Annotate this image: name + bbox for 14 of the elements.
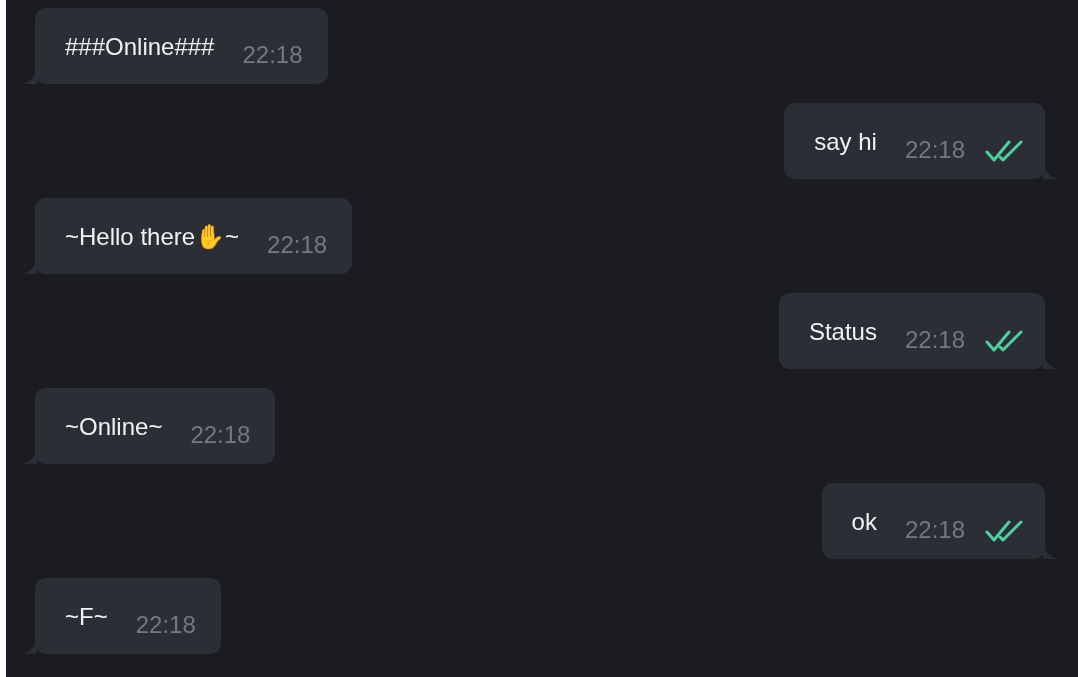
message-time: 22:18 (904, 516, 965, 544)
message-time: 22:18 (135, 611, 196, 639)
message-text: ~F~ (65, 603, 108, 631)
message-text: Status (808, 318, 877, 346)
message-text: say hi (814, 128, 877, 156)
message-text: ~Online~ (65, 413, 163, 441)
message-time: 22:18 (242, 41, 303, 69)
message-text: ok (851, 508, 877, 536)
message-time: 22:18 (904, 136, 965, 164)
message-text: ~Hello there✋~ (65, 223, 240, 251)
message-time: 22:18 (267, 231, 328, 259)
message-time: 22:18 (904, 326, 965, 354)
message-time: 22:18 (190, 421, 251, 449)
message-text: ###Online### (65, 33, 215, 61)
